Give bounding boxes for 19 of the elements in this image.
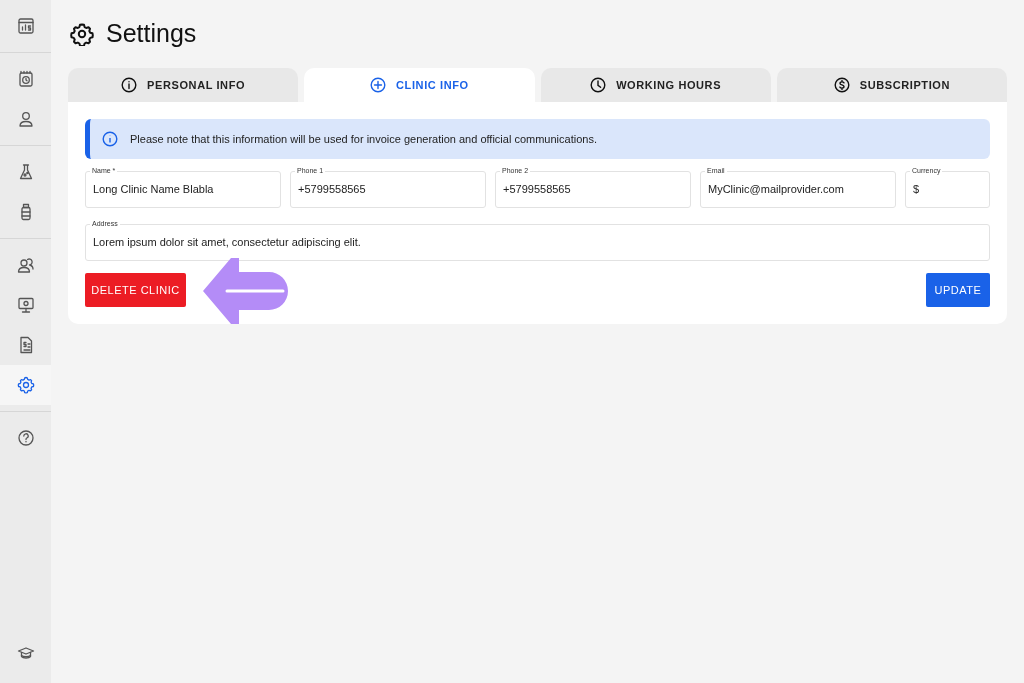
settings-icon[interactable] [15, 375, 36, 395]
tab[interactable]: SUBSCRIPTION [776, 68, 1007, 102]
notice-text: Please note that this information will be used for invoice generation and official communications. [130, 131, 597, 147]
settings-icon [70, 22, 94, 46]
tab[interactable]: PERSONAL INFO [68, 68, 299, 102]
monitor-icon[interactable] [15, 295, 36, 315]
dollar-icon [833, 77, 850, 93]
chart-icon[interactable] [15, 16, 36, 36]
plus-circle-icon [370, 77, 387, 93]
info-icon [121, 77, 138, 93]
page-title: Settings [106, 18, 197, 50]
info-icon [102, 131, 118, 147]
tab[interactable]: CLINIC INFO [304, 68, 535, 102]
update-button[interactable]: UPDATE [926, 273, 990, 307]
delete-clinic-button[interactable]: DELETE CLINIC [85, 273, 186, 307]
clock-icon [590, 77, 607, 93]
help-icon[interactable] [15, 428, 36, 448]
people-icon[interactable] [15, 255, 36, 275]
tab[interactable]: WORKING HOURS [540, 68, 771, 102]
